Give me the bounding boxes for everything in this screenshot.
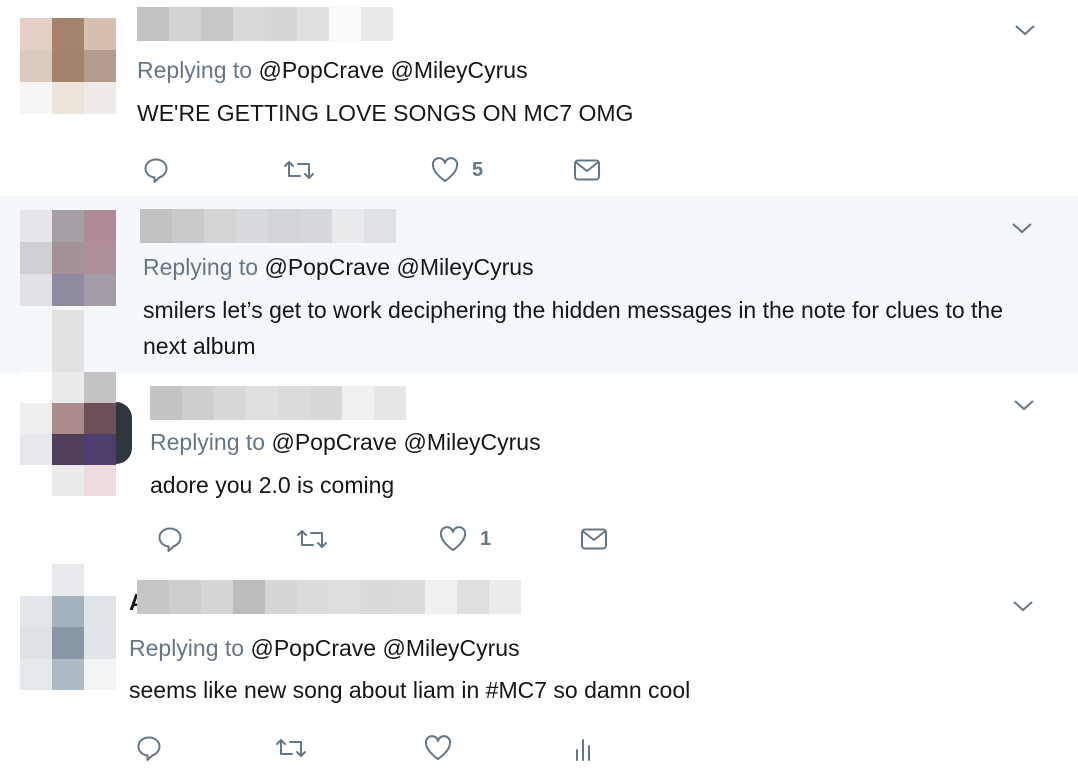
- avatar-edge: [116, 402, 132, 464]
- retweet-button[interactable]: [282, 153, 316, 187]
- like-button[interactable]: 1: [438, 522, 491, 556]
- mention-link[interactable]: @MileyCyrus: [403, 429, 540, 455]
- reply-prefix: Replying to: [143, 254, 259, 280]
- like-count: 1: [480, 527, 492, 550]
- chevron-down-icon[interactable]: [1013, 18, 1037, 42]
- reply-icon: [137, 736, 161, 761]
- author-name[interactable]: [137, 7, 393, 41]
- retweet-icon: [276, 739, 306, 757]
- mention-link[interactable]: @PopCrave: [271, 429, 397, 455]
- retweet-icon: [297, 530, 327, 548]
- tweet-text: WE'RE GETTING LOVE SONGS ON MC7 OMG: [137, 100, 634, 126]
- tweet-text: adore you 2.0 is coming: [150, 472, 395, 498]
- like-count: 5: [472, 158, 484, 181]
- reply-icon: [158, 527, 182, 552]
- reply-context: Replying to @PopCrave @MileyCyrus: [150, 429, 541, 456]
- mention-link[interactable]: @PopCrave: [258, 57, 384, 83]
- reply-context: Replying to @PopCrave @MileyCyrus: [137, 57, 528, 84]
- mention-link[interactable]: @MileyCyrus: [390, 57, 527, 83]
- retweet-button[interactable]: [274, 731, 308, 765]
- envelope-icon: [574, 159, 600, 181]
- reply-button[interactable]: [156, 522, 184, 556]
- author-name[interactable]: [140, 209, 396, 243]
- envelope-icon: [581, 528, 607, 550]
- chevron-down-icon[interactable]: [1011, 594, 1035, 618]
- tweet[interactable]: Replying to @PopCrave @MileyCyrus WE'RE …: [0, 0, 1078, 196]
- retweet-icon: [284, 161, 314, 179]
- reply-prefix: Replying to: [150, 429, 266, 455]
- tweet[interactable]: Replying to @PopCrave @MileyCyrus smiler…: [0, 196, 1078, 374]
- reply-button[interactable]: [135, 731, 163, 765]
- heart-icon: [431, 157, 459, 182]
- dm-button[interactable]: [572, 153, 602, 187]
- mention-link[interactable]: @PopCrave: [250, 635, 376, 661]
- reply-icon: [144, 158, 168, 183]
- reply-prefix: Replying to: [129, 635, 245, 661]
- heart-icon: [439, 526, 467, 551]
- tweet-text: smilers let’s get to work deciphering th…: [143, 297, 1003, 359]
- analytics-icon: [576, 739, 590, 761]
- avatar-connector: [52, 310, 84, 374]
- tweet[interactable]: Replying to @PopCrave @MileyCyrus adore …: [0, 372, 1078, 570]
- mention-link[interactable]: @MileyCyrus: [396, 254, 533, 280]
- tweet-actions: [129, 731, 629, 765]
- avatar[interactable]: [20, 210, 116, 306]
- retweet-button[interactable]: [295, 522, 329, 556]
- mention-link[interactable]: @MileyCyrus: [382, 635, 519, 661]
- chevron-down-icon[interactable]: [1010, 216, 1034, 240]
- chevron-down-icon[interactable]: [1012, 393, 1036, 417]
- analytics-button[interactable]: [573, 731, 593, 765]
- like-button[interactable]: [423, 731, 465, 765]
- reply-prefix: Replying to: [137, 57, 253, 83]
- tweet[interactable]: A Replying to @PopCrave @MileyCyrus seem…: [0, 560, 1078, 775]
- avatar[interactable]: [20, 564, 116, 690]
- heart-icon: [424, 735, 452, 760]
- tweet-actions: 1: [150, 522, 650, 556]
- tweet-text: seems like new song about liam in #MC7 s…: [129, 677, 691, 703]
- avatar[interactable]: [20, 18, 116, 114]
- reply-context: Replying to @PopCrave @MileyCyrus: [129, 635, 520, 662]
- mention-link[interactable]: @PopCrave: [264, 254, 390, 280]
- author-name[interactable]: [150, 386, 406, 420]
- reply-button[interactable]: [142, 153, 170, 187]
- tweet-actions: 5: [137, 153, 637, 187]
- like-button[interactable]: 5: [430, 153, 483, 187]
- avatar[interactable]: [20, 372, 116, 496]
- reply-context: Replying to @PopCrave @MileyCyrus: [143, 254, 534, 281]
- author-name[interactable]: [137, 580, 521, 614]
- dm-button[interactable]: [579, 522, 609, 556]
